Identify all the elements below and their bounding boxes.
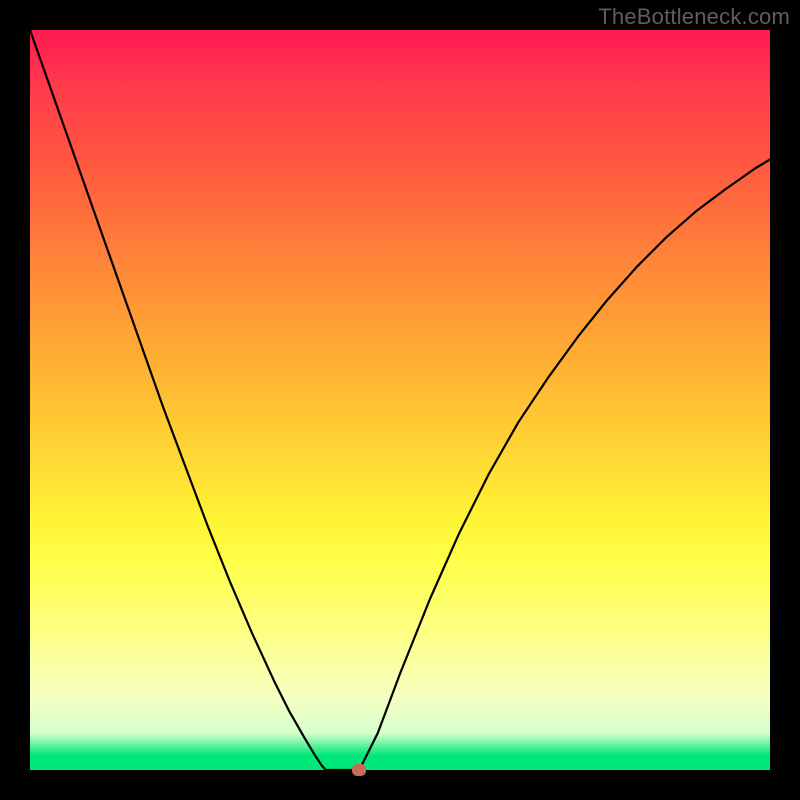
plot-area xyxy=(30,30,770,770)
bottleneck-curve xyxy=(30,30,770,770)
optimum-marker xyxy=(352,764,366,776)
watermark-text: TheBottleneck.com xyxy=(598,4,790,30)
chart-frame: TheBottleneck.com xyxy=(0,0,800,800)
